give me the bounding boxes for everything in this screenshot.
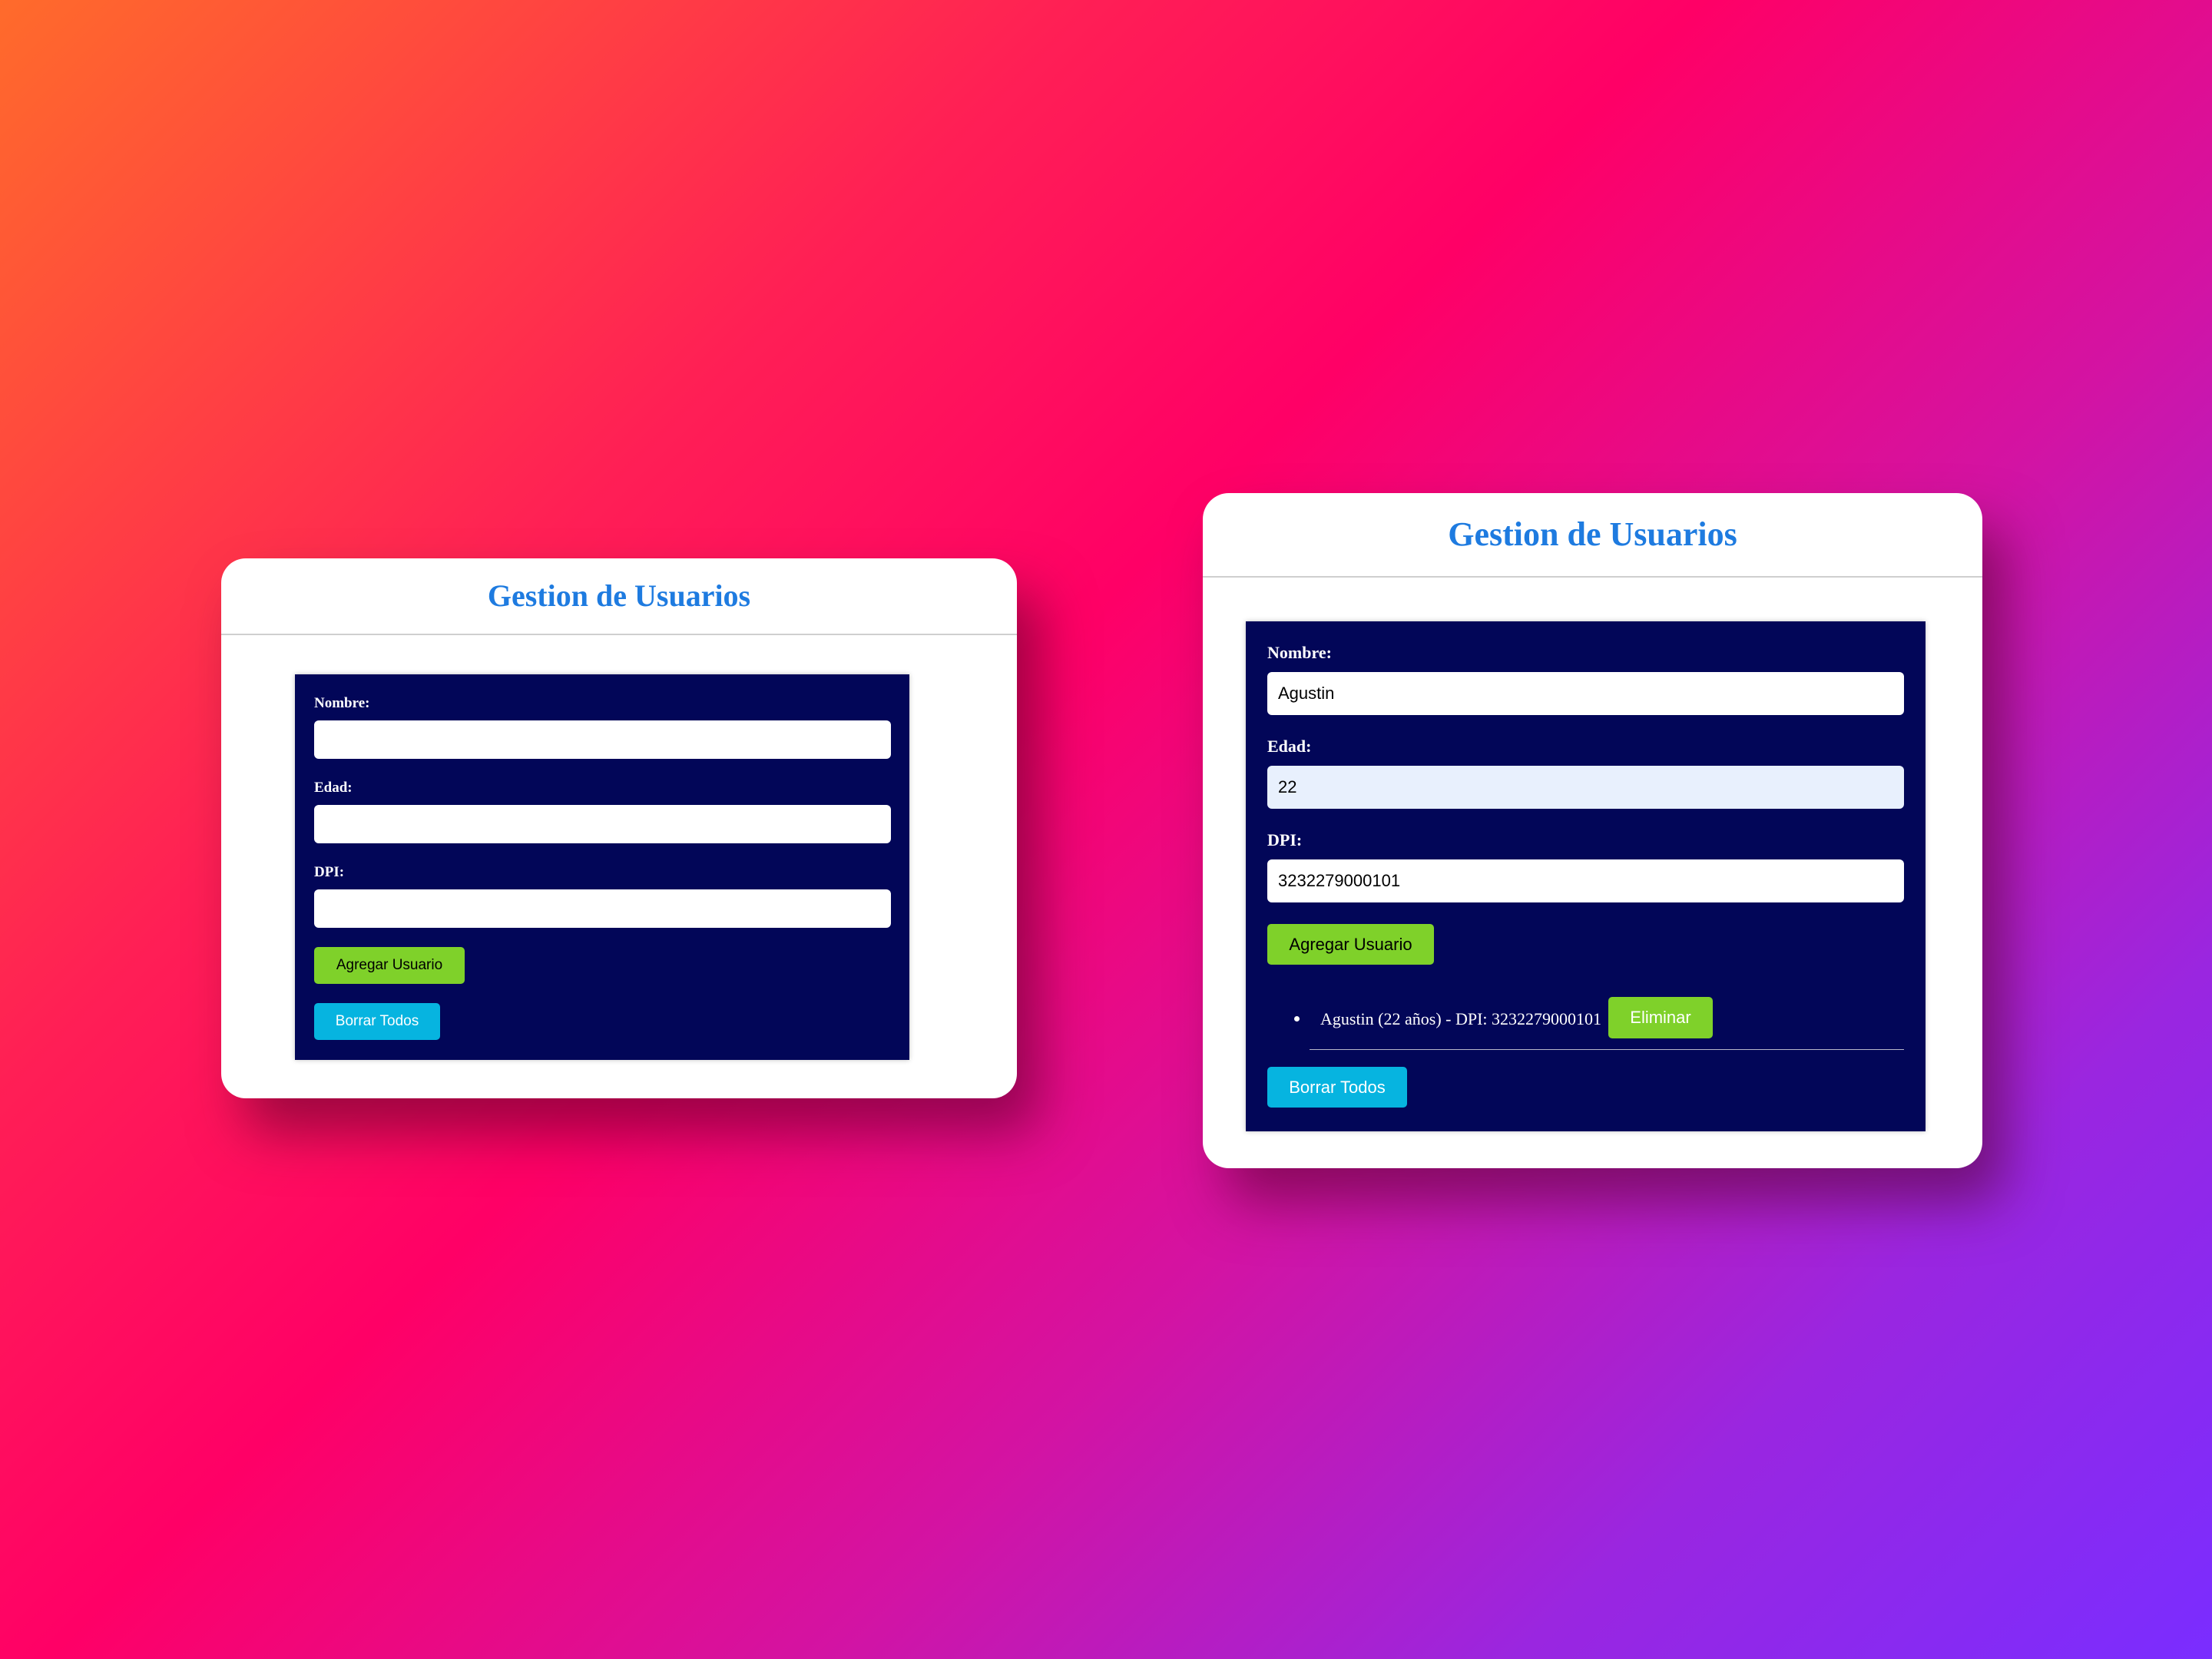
nombre-input[interactable] [314,720,891,759]
nombre-input[interactable]: Agustin [1267,672,1904,715]
add-user-button[interactable]: Agregar Usuario [314,947,465,984]
bullet-icon [1294,1016,1300,1022]
delete-user-button[interactable]: Eliminar [1608,997,1713,1038]
user-management-window-empty: Gestion de Usuarios Nombre: Edad: DPI: A… [221,558,1017,1098]
dpi-input[interactable] [314,889,891,928]
list-divider [1310,1049,1904,1050]
edad-label: Edad: [314,780,353,796]
user-management-window-filled: Gestion de Usuarios Nombre: Agustin Edad… [1203,493,1982,1168]
edad-input[interactable] [314,805,891,843]
add-user-button[interactable]: Agregar Usuario [1267,924,1434,965]
page-title: Gestion de Usuarios [1203,493,1982,578]
nombre-label: Nombre: [1267,643,1332,662]
user-form-panel: Nombre: Agustin Edad: 22 DPI: 3232279000… [1246,621,1926,1131]
dpi-input[interactable]: 3232279000101 [1267,859,1904,902]
edad-label: Edad: [1267,737,1312,756]
edad-input[interactable]: 22 [1267,766,1904,809]
clear-all-button[interactable]: Borrar Todos [314,1003,440,1040]
page-title: Gestion de Usuarios [221,558,1017,635]
dpi-label: DPI: [1267,830,1303,849]
user-entry-text: Agustin (22 años) - DPI: 3232279000101 [1320,1009,1602,1028]
clear-all-button[interactable]: Borrar Todos [1267,1067,1407,1108]
nombre-label: Nombre: [314,695,370,711]
user-form-panel: Nombre: Edad: DPI: Agregar Usuario Borra… [295,674,909,1060]
dpi-label: DPI: [314,864,345,880]
